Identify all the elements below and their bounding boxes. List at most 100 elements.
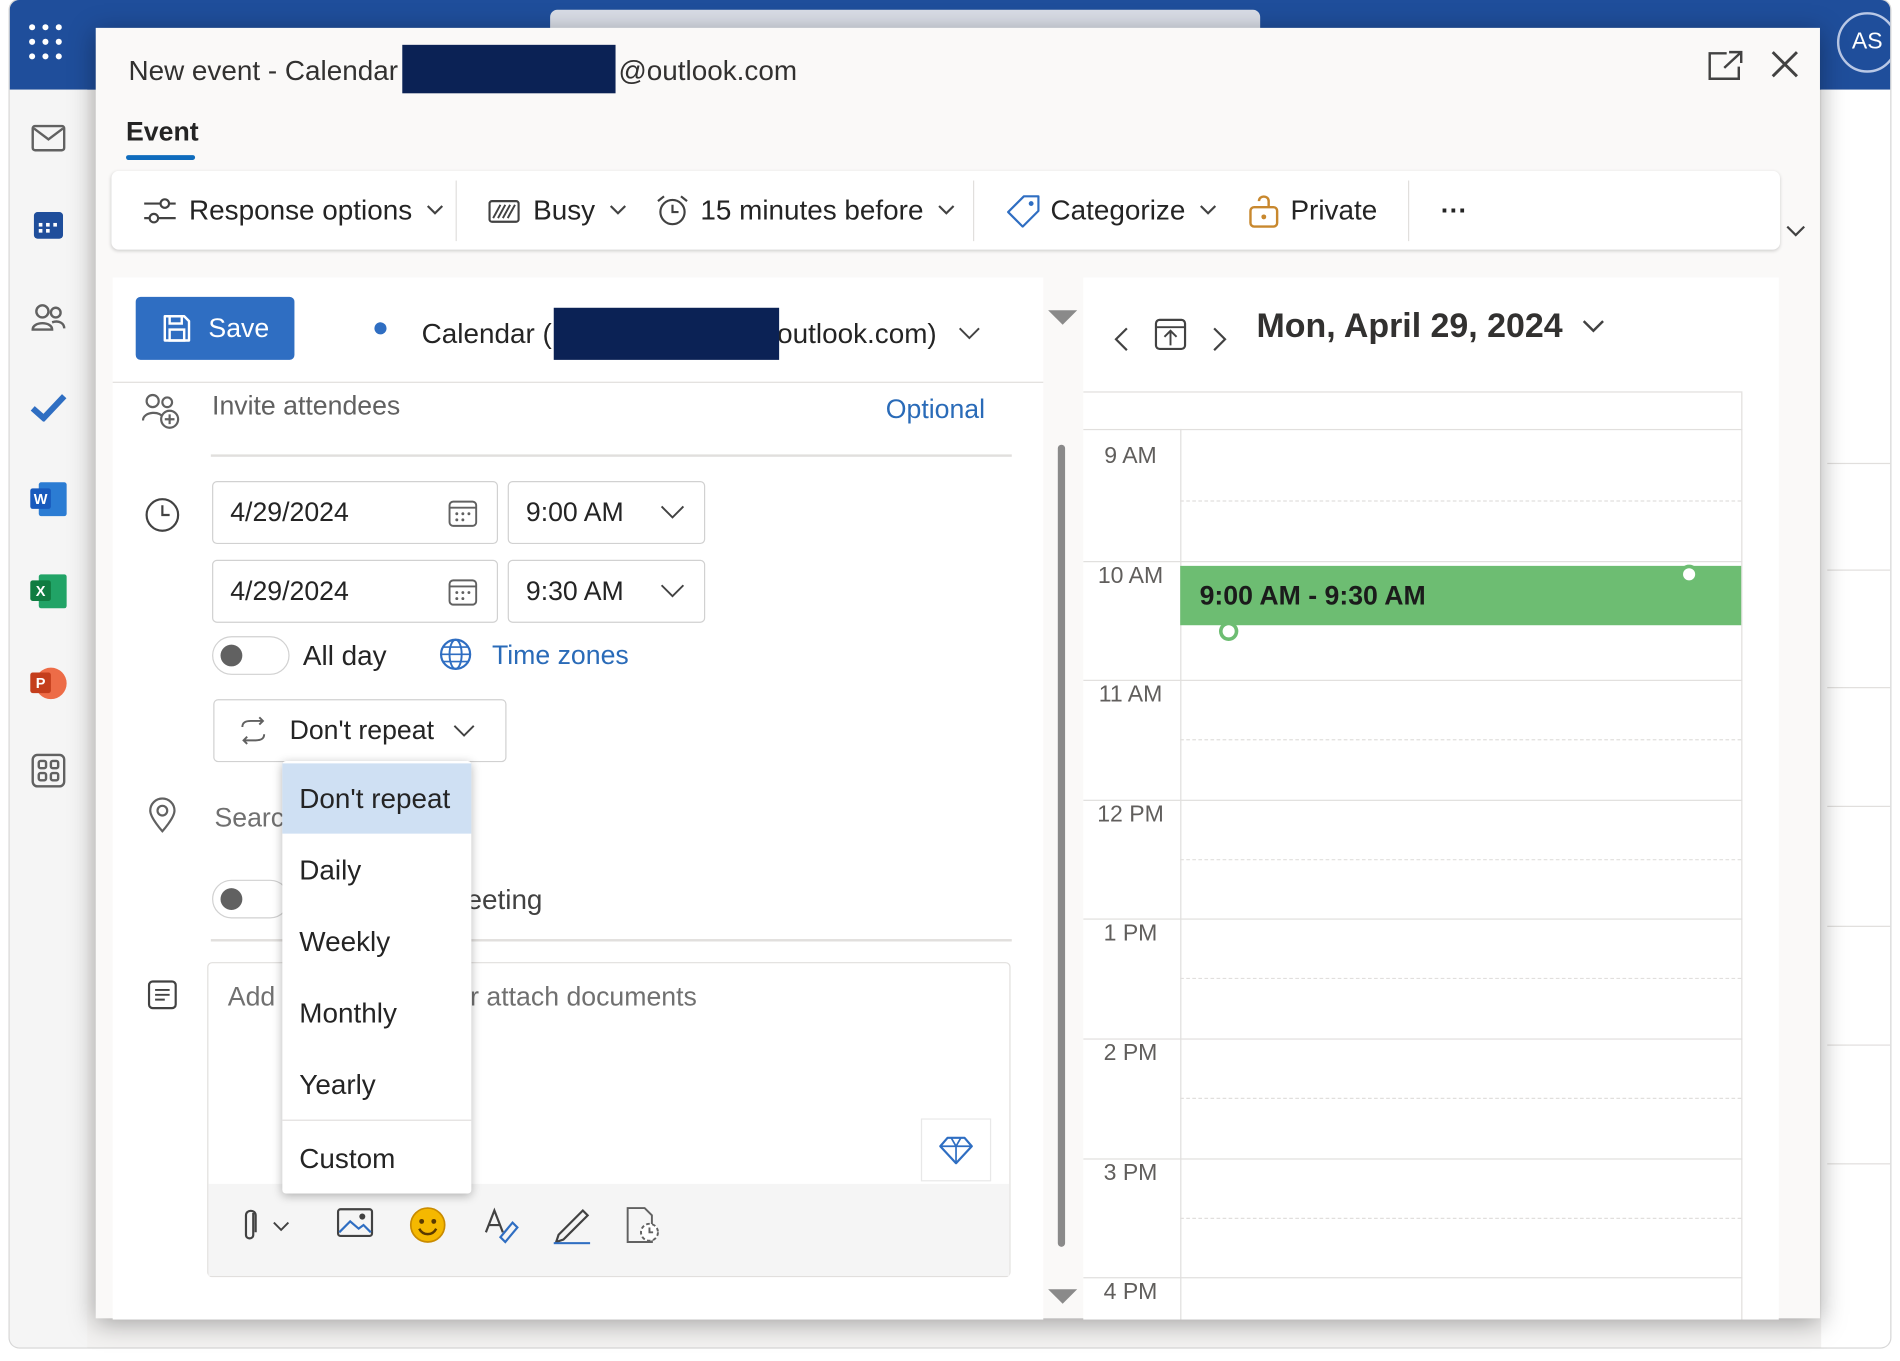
app-launcher-icon[interactable] <box>29 24 65 60</box>
repeat-icon <box>241 716 266 745</box>
teams-meeting-toggle[interactable] <box>212 879 290 919</box>
time-gutter-divider <box>1180 428 1182 1320</box>
repeat-options-menu: Don't repeat Daily Weekly Monthly Yearly Cust… <box>282 760 472 1194</box>
end-time-field[interactable]: 9:30 AM <box>507 559 706 623</box>
excel-icon[interactable]: X <box>29 572 68 611</box>
repeat-option-monthly[interactable]: Monthly <box>282 978 471 1048</box>
save-label: Save <box>208 312 270 343</box>
insert-image-icon[interactable] <box>336 1206 375 1240</box>
categorize-label: Categorize <box>1050 193 1186 226</box>
background-divider <box>1827 687 1891 689</box>
tab-event[interactable]: Event <box>126 116 199 148</box>
more-options-button[interactable]: ··· <box>1441 171 1468 250</box>
event-resize-handle-bottom[interactable] <box>1218 621 1239 641</box>
format-painter-icon[interactable] <box>481 1206 520 1245</box>
location-search-input[interactable]: Searc <box>214 802 284 834</box>
event-resize-handle-top[interactable] <box>1679 564 1699 585</box>
body-format-toolbar <box>208 1183 1010 1276</box>
show-as-label: Busy <box>533 193 596 226</box>
ribbon-separator <box>1407 180 1410 242</box>
chevron-down-icon <box>959 327 980 340</box>
all-day-toggle[interactable] <box>212 636 290 675</box>
date-picker-button[interactable]: Mon, April 29, 2024 <box>1257 307 1604 346</box>
repeat-option-don-t-repeat[interactable]: Don't repeat <box>282 763 472 834</box>
popout-icon[interactable] <box>1707 50 1743 84</box>
categorize-button[interactable]: Categorize <box>1007 171 1217 250</box>
people-icon[interactable] <box>29 298 68 337</box>
attendees-underline <box>210 454 1012 457</box>
start-time-field[interactable]: 9:00 AM <box>507 481 706 545</box>
premium-feature-button[interactable] <box>920 1118 992 1182</box>
busy-status-icon <box>488 199 520 223</box>
background-divider <box>1827 925 1891 927</box>
repeat-value: Don't repeat <box>289 714 434 746</box>
reminder-button[interactable]: 15 minutes before <box>656 171 955 250</box>
event-time-label: 9:00 AM - 9:30 AM <box>1199 580 1426 611</box>
calendar-picker-icon[interactable] <box>448 578 478 607</box>
clock-icon <box>143 496 182 535</box>
repeat-option-weekly[interactable]: Weekly <box>282 906 471 976</box>
alarm-clock-icon <box>657 194 688 225</box>
all-day-label: All day <box>302 639 387 672</box>
save-button[interactable]: Save <box>135 296 295 360</box>
powerpoint-icon[interactable]: P <box>29 664 68 703</box>
grid-right-border <box>1741 392 1743 1320</box>
chevron-down-icon <box>453 724 475 737</box>
redacted-block <box>554 307 780 360</box>
mail-icon[interactable] <box>29 119 68 158</box>
grid-line <box>1083 428 1743 431</box>
hour-grid-line <box>1083 1157 1743 1160</box>
repeat-option-yearly[interactable]: Yearly <box>282 1049 471 1119</box>
avatar[interactable]: AS <box>1836 12 1891 73</box>
half-hour-grid-line <box>1180 858 1742 861</box>
time-zones-link[interactable]: Time zones <box>492 640 629 672</box>
teams-meeting-label: eeting <box>466 883 543 915</box>
todo-icon[interactable] <box>29 388 68 427</box>
globe-icon <box>439 638 472 670</box>
svg-text:P: P <box>36 676 46 692</box>
section-divider <box>112 381 1044 383</box>
more-apps-icon[interactable] <box>29 751 68 790</box>
calendar-icon[interactable] <box>29 206 68 245</box>
calendar-color-dot <box>374 322 387 335</box>
description-icon <box>143 975 182 1014</box>
repeat-option-daily[interactable]: Daily <box>282 835 471 905</box>
scroll-up-icon[interactable] <box>1047 309 1079 326</box>
private-button[interactable]: Private <box>1248 171 1377 250</box>
end-date-field[interactable]: 4/29/2024 <box>212 559 499 623</box>
go-to-today-icon[interactable] <box>1154 316 1188 352</box>
ribbon-expand-chevron-icon[interactable] <box>1786 222 1805 244</box>
signature-pen-icon[interactable] <box>551 1206 592 1245</box>
scroll-down-icon[interactable] <box>1047 1288 1079 1305</box>
show-as-button[interactable]: Busy <box>488 171 627 250</box>
previous-day-icon[interactable] <box>1112 326 1129 353</box>
optional-attendees-link[interactable]: Optional <box>886 394 985 426</box>
hour-grid-line <box>1083 918 1743 921</box>
chevron-down-icon <box>660 584 685 598</box>
calendar-selector[interactable]: Calendar (outlook.com) <box>422 307 981 360</box>
body-placeholder-right: r attach documents <box>470 981 697 1012</box>
repeat-option-custom[interactable]: Custom <box>282 1123 471 1193</box>
next-day-icon[interactable] <box>1212 326 1229 353</box>
repeat-dropdown-button[interactable]: Don't repeat <box>213 699 507 763</box>
response-options-button[interactable]: Response options <box>143 171 444 250</box>
attach-file-icon[interactable] <box>240 1206 296 1245</box>
calendar-picker-icon[interactable] <box>448 499 478 528</box>
body-placeholder-left: Add <box>227 981 276 1012</box>
start-date-field[interactable]: 4/29/2024 <box>212 481 499 545</box>
half-hour-grid-line <box>1180 739 1742 741</box>
scheduling-poll-icon[interactable] <box>623 1206 662 1245</box>
end-time-value: 9:30 AM <box>525 575 624 606</box>
hour-grid-line <box>1083 1038 1743 1040</box>
invite-attendees-input[interactable]: Invite attendees <box>212 390 400 422</box>
response-options-label: Response options <box>189 193 413 226</box>
form-scrollbar[interactable] <box>1057 444 1066 1247</box>
emoji-icon[interactable] <box>408 1206 447 1245</box>
close-icon[interactable] <box>1768 47 1804 83</box>
new-event-block[interactable]: 9:00 AM - 9:30 AM <box>1180 565 1742 626</box>
word-icon[interactable]: W <box>29 480 68 519</box>
hour-grid-line <box>1083 799 1743 801</box>
background-calendar-column <box>1821 89 1891 1348</box>
hour-grid-line <box>1083 679 1743 682</box>
half-hour-grid-line <box>1180 978 1742 980</box>
